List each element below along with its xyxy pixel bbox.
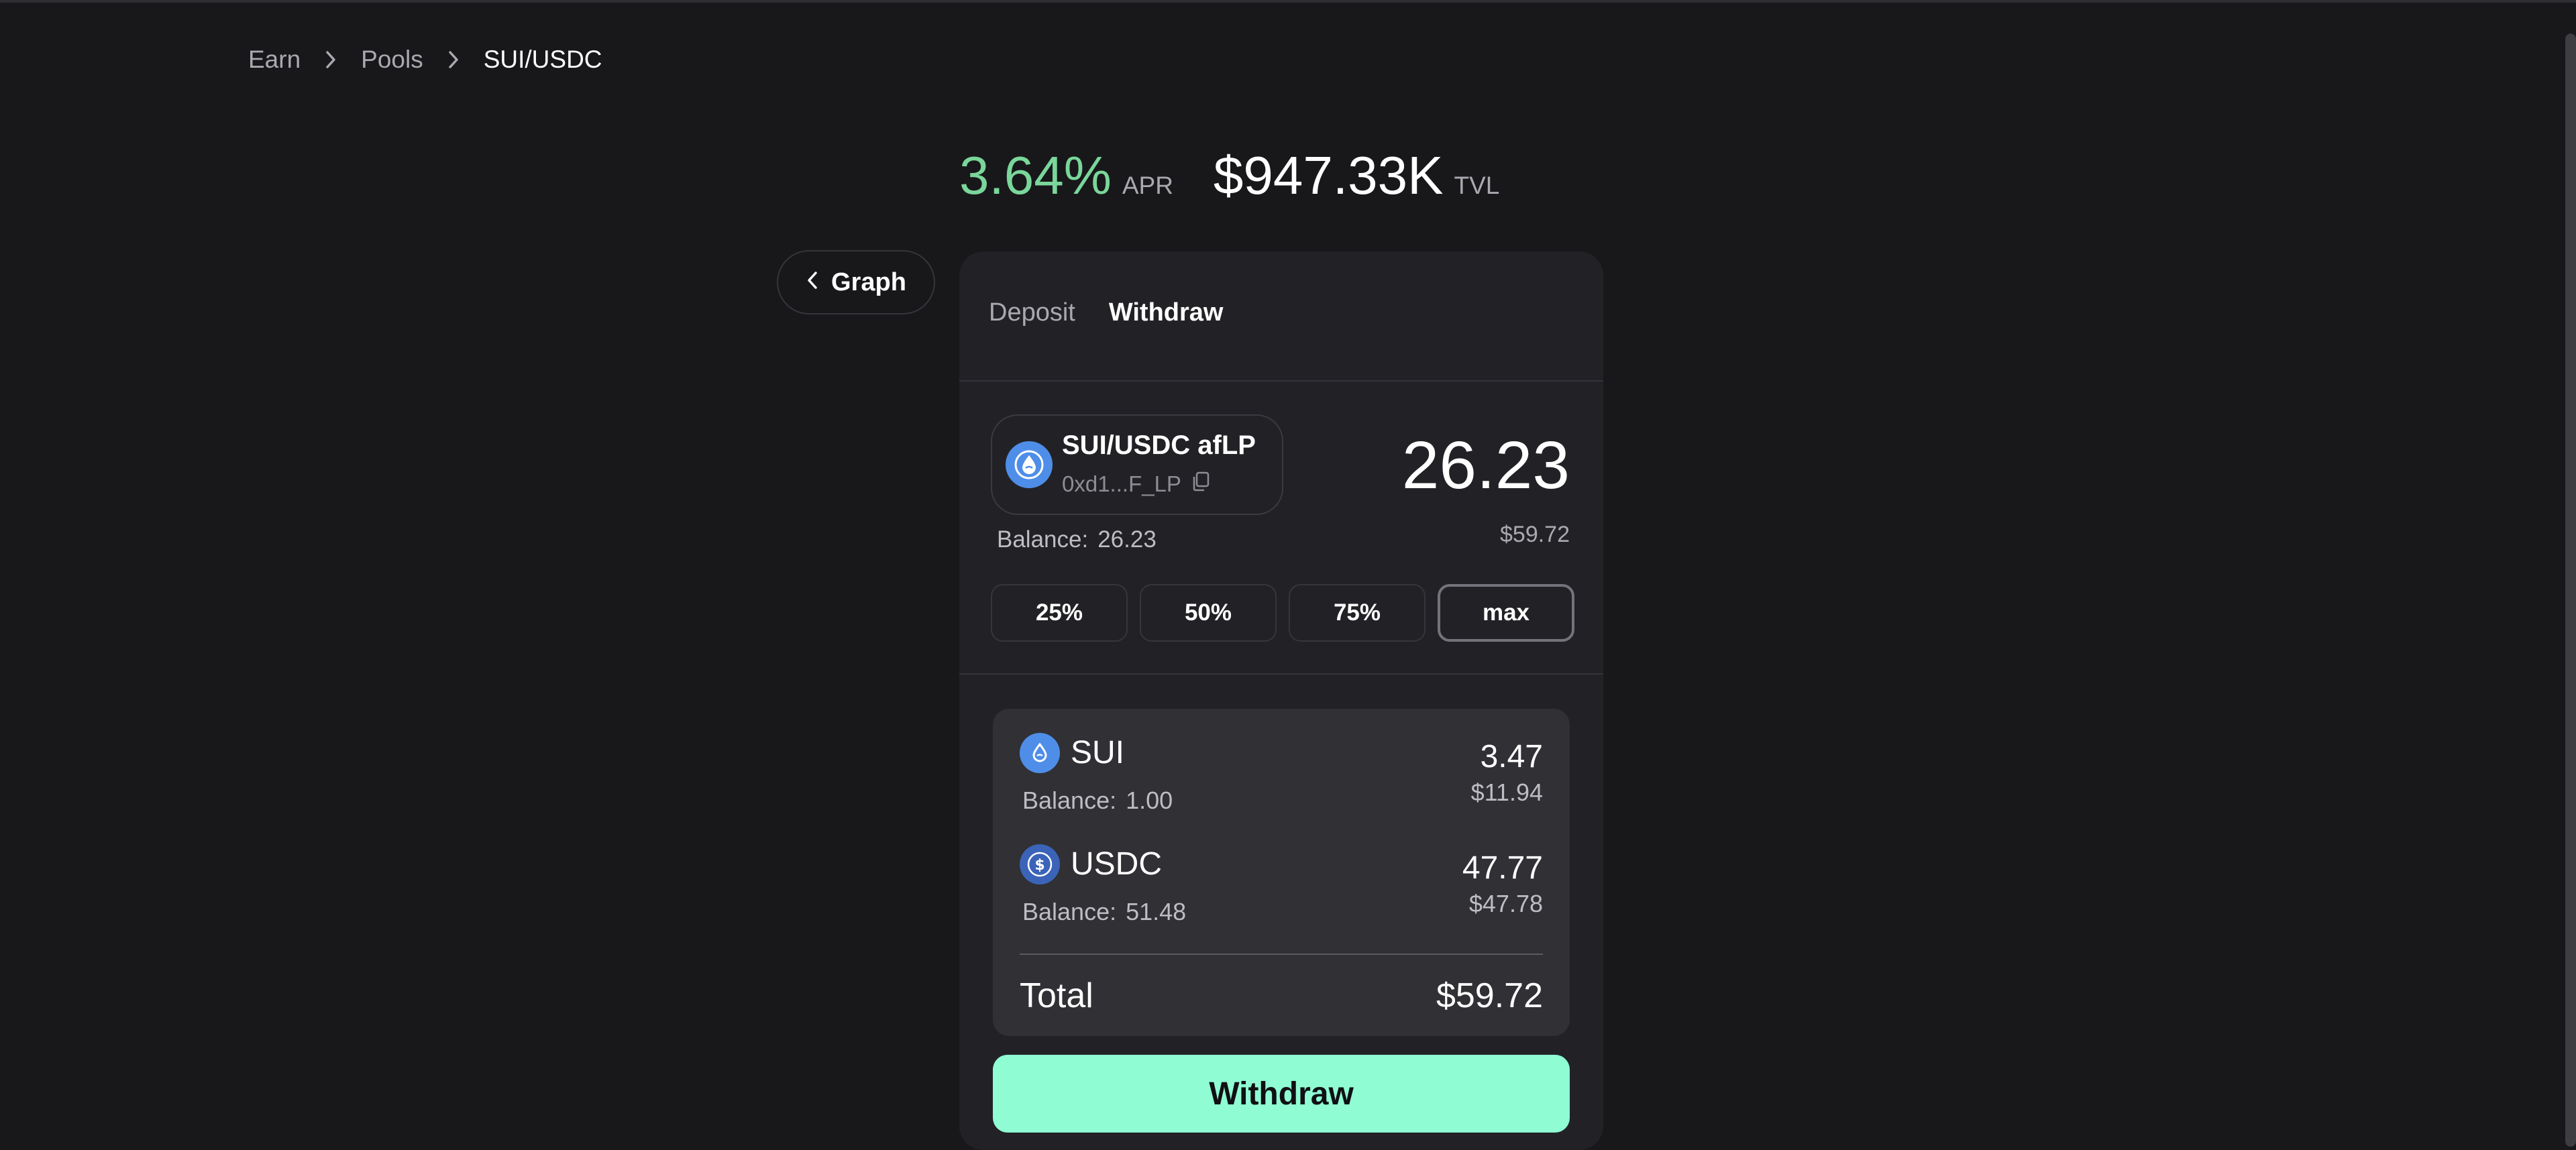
coin-amount: 3.47 — [1480, 739, 1543, 774]
breadcrumb-pools[interactable]: Pools — [361, 46, 423, 74]
withdraw-button[interactable]: Withdraw — [993, 1055, 1570, 1133]
lp-token-address-row: 0xd1...F_LP — [1062, 471, 1211, 498]
lp-token-address: 0xd1...F_LP — [1062, 471, 1181, 496]
coin-amount-usd: $11.94 — [1470, 779, 1543, 806]
coin-balance-label: Balance: — [1022, 787, 1117, 814]
chevron-left-icon — [806, 268, 820, 297]
coin-row-sui: SUI Balance: 1.00 3.47 $11.94 — [1020, 733, 1543, 833]
coin-amount: 47.77 — [1462, 850, 1543, 886]
apr-value: 3.64% — [959, 146, 1112, 205]
sui-droplet-icon — [1020, 733, 1060, 773]
lp-balance-label: Balance: — [997, 526, 1089, 553]
coin-amount-usd: $47.78 — [1468, 890, 1543, 917]
coin-name: USDC — [1071, 846, 1163, 882]
svg-text:$: $ — [1034, 857, 1044, 874]
usdc-dollar-icon: $ — [1020, 844, 1060, 884]
tvl-label: TVL — [1454, 172, 1500, 199]
percent-25-button[interactable]: 25% — [991, 584, 1128, 642]
graph-button-label: Graph — [831, 268, 906, 296]
chevron-right-icon — [437, 43, 470, 76]
tvl-value: $947.33K — [1213, 146, 1444, 205]
coin-balance: Balance: 51.48 — [1022, 898, 1186, 926]
percent-max-button[interactable]: max — [1438, 584, 1574, 642]
withdraw-panel: Deposit Withdraw SUI/USDC afLP 0xd1...F_… — [959, 251, 1603, 1150]
lp-balance-value: 26.23 — [1097, 526, 1157, 553]
percent-buttons: 25% 50% 75% max — [991, 584, 1574, 642]
tab-bar: Deposit Withdraw — [989, 298, 1224, 327]
coin-row-usdc: $ USDC Balance: 51.48 47.77 $47.78 — [1020, 844, 1543, 945]
coin-name: SUI — [1071, 735, 1125, 770]
coin-balance-label: Balance: — [1022, 898, 1117, 925]
chevron-right-icon — [314, 43, 347, 76]
graph-button[interactable]: Graph — [777, 250, 935, 314]
pool-stats: 3.64% APR $947.33K TVL — [959, 145, 1499, 207]
withdraw-amount-input[interactable]: 26.23 — [1402, 427, 1570, 504]
page-scrollbar[interactable] — [2565, 34, 2576, 1147]
apr-label: APR — [1122, 172, 1173, 199]
lp-token-selector[interactable]: SUI/USDC afLP 0xd1...F_LP — [991, 414, 1283, 515]
top-border — [0, 0, 2576, 3]
sui-droplet-icon — [1006, 441, 1053, 488]
copy-icon[interactable] — [1191, 471, 1211, 498]
coin-balance-value: 51.48 — [1126, 898, 1187, 925]
total-divider — [1020, 954, 1543, 955]
withdraw-amount-usd: $59.72 — [1500, 522, 1570, 547]
breadcrumb-earn[interactable]: Earn — [248, 46, 301, 74]
total-value: $59.72 — [1436, 976, 1543, 1015]
withdraw-breakdown: SUI Balance: 1.00 3.47 $11.94 $ USDC Bala… — [993, 709, 1570, 1036]
breadcrumb: Earn Pools SUI/USDC — [248, 43, 602, 76]
percent-75-button[interactable]: 75% — [1289, 584, 1426, 642]
coin-balance: Balance: 1.00 — [1022, 787, 1173, 815]
percent-50-button[interactable]: 50% — [1140, 584, 1277, 642]
tab-withdraw[interactable]: Withdraw — [1109, 298, 1224, 327]
tabs-divider — [959, 380, 1603, 382]
section-divider — [959, 673, 1603, 675]
total-label: Total — [1020, 976, 1093, 1015]
coin-balance-value: 1.00 — [1126, 787, 1173, 814]
breadcrumb-current: SUI/USDC — [483, 46, 602, 73]
lp-token-name: SUI/USDC afLP — [1062, 430, 1256, 460]
tab-deposit[interactable]: Deposit — [989, 298, 1075, 327]
lp-balance: Balance: 26.23 — [997, 526, 1157, 553]
